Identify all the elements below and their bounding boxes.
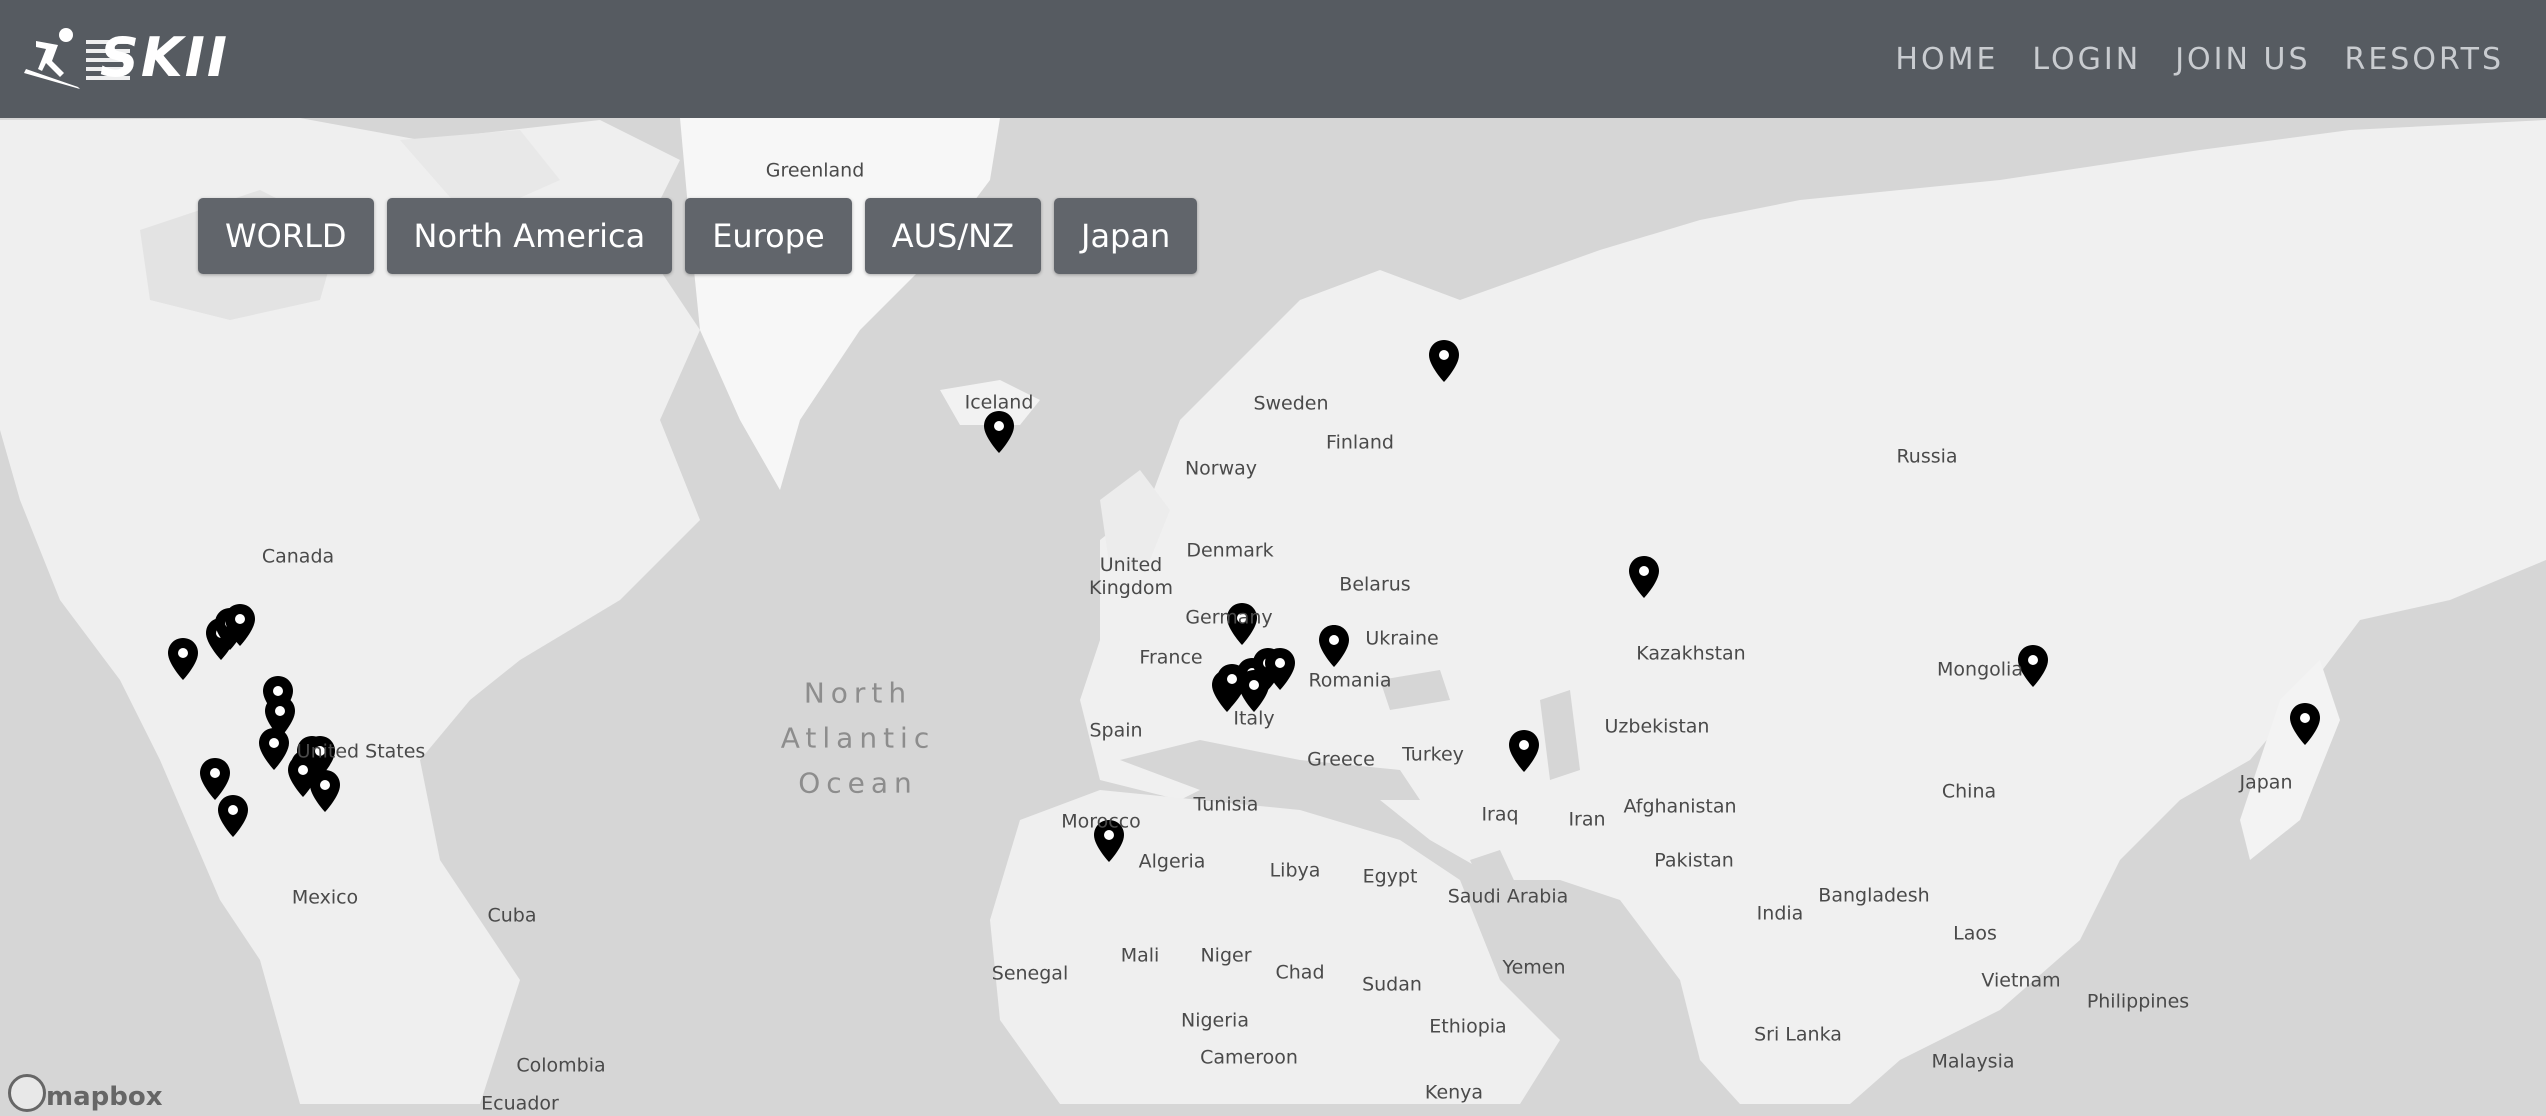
site-logo[interactable]: SKII — [22, 26, 229, 89]
map-label: Cameroon — [1200, 1046, 1298, 1069]
map-label: Uzbekistan — [1604, 715, 1710, 738]
map-label: United Kingdom — [1088, 554, 1174, 599]
map-label: Ukraine — [1365, 627, 1439, 650]
map-label: Japan — [2239, 771, 2293, 794]
map-label: Philippines — [2086, 990, 2190, 1013]
map-label: Vietnam — [1981, 969, 2061, 992]
map-label: Algeria — [1138, 850, 1206, 873]
map-label: Afghanistan — [1623, 795, 1737, 818]
map-label: Norway — [1184, 457, 1258, 480]
map-label: Bangladesh — [1818, 884, 1930, 907]
ocean-label: North Atlantic Ocean — [780, 676, 936, 800]
region-north-america-button[interactable]: North America — [386, 198, 673, 274]
map-label: Chad — [1275, 961, 1325, 984]
nav-home-link[interactable]: HOME — [1895, 42, 1998, 77]
map-label: Mexico — [291, 886, 359, 909]
map-label: Saudi Arabia — [1447, 885, 1569, 908]
map-label: Niger — [1200, 944, 1252, 967]
map-label: Senegal — [991, 962, 1069, 985]
map-label: Belarus — [1339, 573, 1411, 596]
map-label: Libya — [1269, 859, 1321, 882]
map-label: Turkey — [1402, 743, 1464, 766]
top-nav-bar: SKII HOME LOGIN JOIN US RESORTS — [0, 0, 2546, 118]
region-aus-nz-button[interactable]: AUS/NZ — [864, 198, 1041, 274]
map-label: Greece — [1307, 748, 1375, 771]
map-label: Sweden — [1253, 392, 1329, 415]
map-label: Cuba — [487, 904, 537, 927]
map-label: Sudan — [1362, 973, 1422, 996]
map-label: Mongolia — [1937, 658, 2023, 681]
map-label: Malaysia — [1931, 1050, 2015, 1073]
region-japan-button[interactable]: Japan — [1054, 198, 1198, 274]
map-label: Italy — [1233, 707, 1275, 730]
logo-wordmark: SKII — [86, 26, 229, 89]
map-label: Spain — [1089, 719, 1143, 742]
map-label: Morocco — [1061, 810, 1141, 833]
map-label: Romania — [1308, 669, 1392, 692]
map-label: Greenland — [765, 159, 865, 182]
region-filter-bar: WORLD North America Europe AUS/NZ Japan — [198, 198, 1198, 274]
map-label: Kazakhstan — [1636, 642, 1746, 665]
map-label: Germany — [1185, 606, 1273, 629]
map-label: United States — [296, 740, 426, 763]
map-label: Finland — [1326, 431, 1394, 454]
map-label: France — [1139, 646, 1203, 669]
map-label: Colombia — [516, 1054, 606, 1077]
map-label: Egypt — [1362, 865, 1418, 888]
skier-icon — [24, 27, 80, 89]
map-label: India — [1756, 902, 1804, 925]
mapbox-attribution[interactable]: mapbox — [46, 1082, 163, 1112]
nav-resorts-link[interactable]: RESORTS — [2345, 42, 2505, 77]
map-label: Mali — [1120, 944, 1160, 967]
map-label: Kenya — [1424, 1081, 1484, 1104]
map-label: Russia — [1896, 445, 1958, 468]
map-label: Laos — [1953, 922, 1997, 945]
map-label: Iceland — [964, 391, 1034, 414]
map-label: Canada — [261, 545, 335, 568]
map-label: Ecuador — [481, 1092, 559, 1115]
map-label: Nigeria — [1181, 1009, 1249, 1032]
map-label: China — [1941, 780, 1997, 803]
map-label: Iran — [1568, 808, 1606, 831]
map-label: Denmark — [1186, 539, 1274, 562]
map-label: Iraq — [1481, 803, 1519, 826]
map-label: Ethiopia — [1429, 1015, 1507, 1038]
mapbox-logo-icon[interactable] — [8, 1074, 46, 1112]
map-label: Tunisia — [1193, 793, 1259, 816]
map-label: Yemen — [1502, 956, 1566, 979]
nav-join-us-link[interactable]: JOIN US — [2175, 42, 2310, 77]
region-world-button[interactable]: WORLD — [198, 198, 374, 274]
region-europe-button[interactable]: Europe — [685, 198, 852, 274]
map-label: Sri Lanka — [1754, 1023, 1842, 1046]
main-nav: HOME LOGIN JOIN US RESORTS — [1895, 42, 2504, 77]
nav-login-link[interactable]: LOGIN — [2032, 42, 2141, 77]
map-label: Pakistan — [1654, 849, 1734, 872]
